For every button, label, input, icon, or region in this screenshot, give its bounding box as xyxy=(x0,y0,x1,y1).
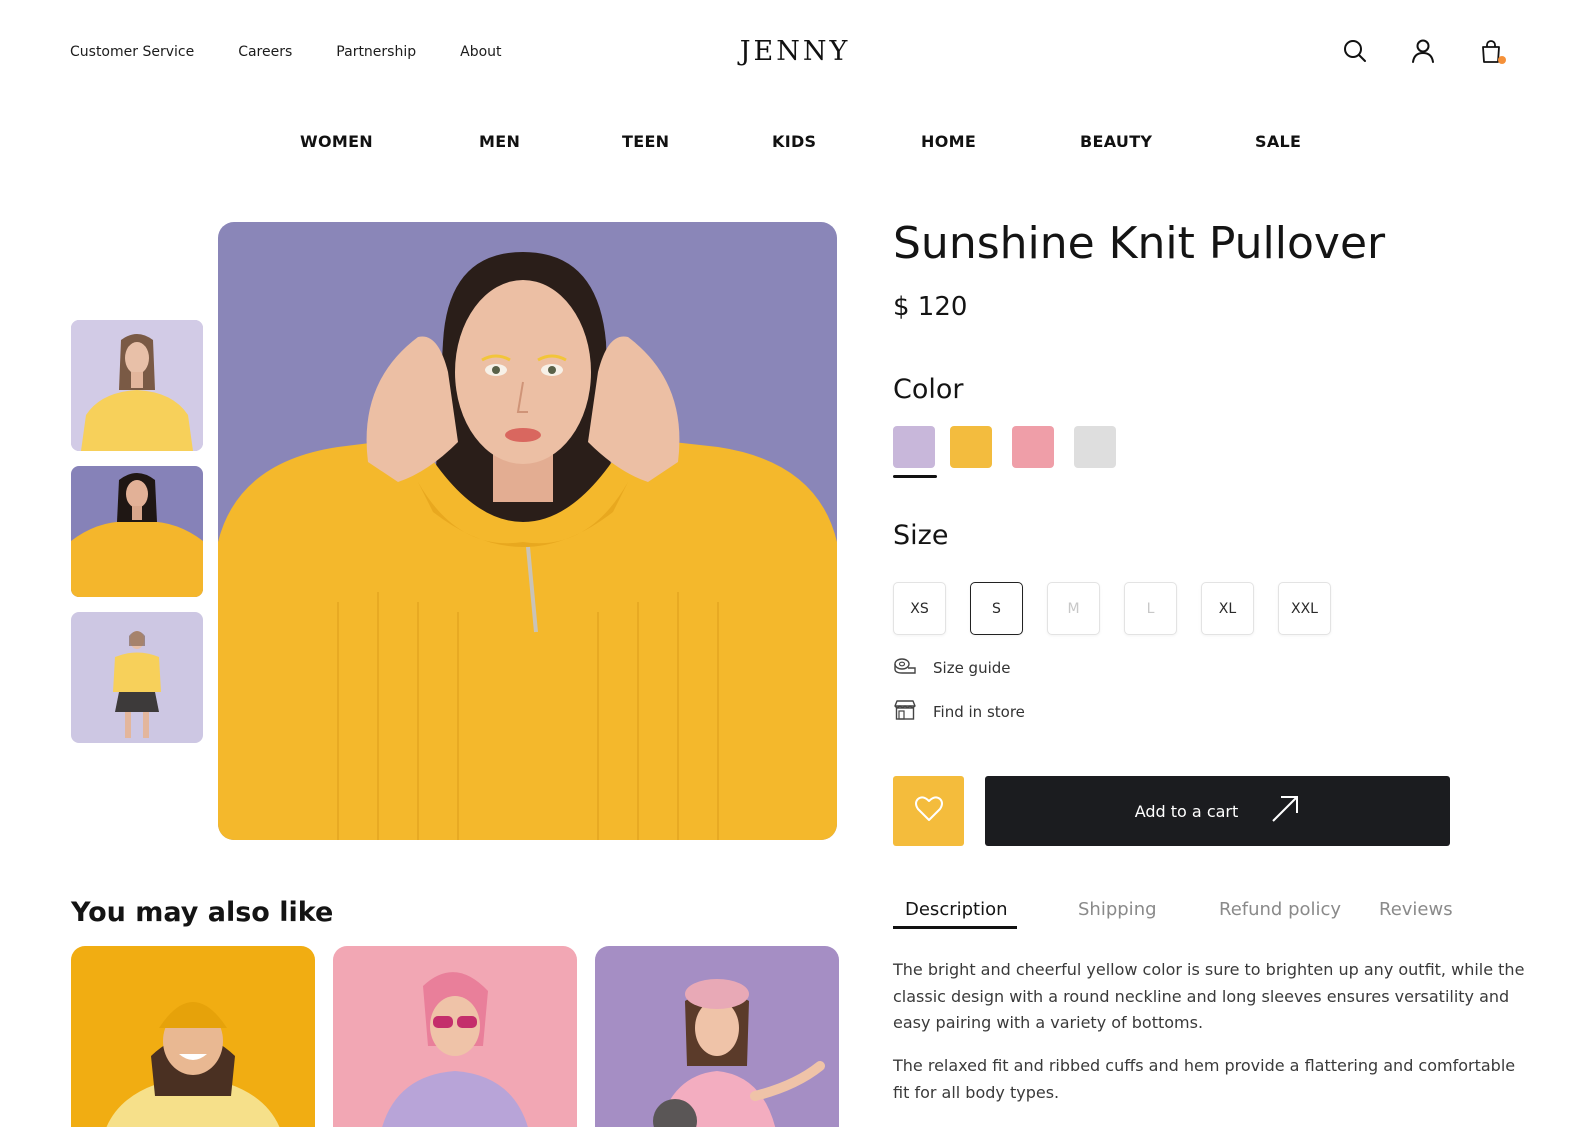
tab-refund-policy[interactable]: Refund policy xyxy=(1219,899,1341,920)
add-to-cart-label: Add to a cart xyxy=(1134,801,1239,821)
product-title: Sunshine Knit Pullover xyxy=(893,218,1386,269)
util-link-about[interactable]: About xyxy=(460,44,501,60)
thumbnail-2[interactable] xyxy=(71,466,203,597)
recommendations-title: You may also like xyxy=(71,897,334,928)
product-page: Customer Service Careers Partnership Abo… xyxy=(0,0,1590,1127)
description-paragraph-1: The bright and cheerful yellow color is … xyxy=(893,960,1525,1032)
color-swatch-light-gray[interactable] xyxy=(1074,426,1116,468)
recommended-product-1[interactable] xyxy=(71,946,315,1127)
color-swatch-pink[interactable] xyxy=(1012,426,1054,468)
size-m[interactable]: M xyxy=(1047,582,1100,635)
ruler-tape-icon xyxy=(893,656,917,680)
color-label: Color xyxy=(893,374,964,405)
nav-men[interactable]: MEN xyxy=(479,132,520,151)
header-actions xyxy=(1342,38,1506,64)
size-guide-label: Size guide xyxy=(933,659,1011,677)
util-link-customer-service[interactable]: Customer Service xyxy=(70,44,194,60)
selected-color-indicator xyxy=(893,475,937,478)
nav-women[interactable]: WOMEN xyxy=(300,132,373,151)
nav-teen[interactable]: TEEN xyxy=(622,132,669,151)
size-guide-link[interactable]: Size guide xyxy=(893,656,1011,680)
search-icon[interactable] xyxy=(1342,38,1368,64)
main-product-image xyxy=(218,222,837,840)
size-s[interactable]: S xyxy=(970,582,1023,635)
size-xxl[interactable]: XXL xyxy=(1278,582,1331,635)
size-xs[interactable]: XS xyxy=(893,582,946,635)
shopping-bag-icon[interactable] xyxy=(1478,38,1506,64)
color-swatch-lavender[interactable] xyxy=(893,426,935,468)
recommended-product-2[interactable] xyxy=(333,946,577,1127)
cart-badge xyxy=(1498,56,1506,64)
wishlist-button[interactable] xyxy=(893,776,964,846)
size-l[interactable]: L xyxy=(1124,582,1177,635)
active-tab-indicator xyxy=(893,926,1017,929)
add-to-cart-button[interactable]: Add to a cart xyxy=(985,776,1450,846)
nav-sale[interactable]: SALE xyxy=(1255,132,1301,151)
tab-description[interactable]: Description xyxy=(905,899,1008,920)
find-in-store-link[interactable]: Find in store xyxy=(893,699,1025,725)
size-xl[interactable]: XL xyxy=(1201,582,1254,635)
nav-kids[interactable]: KIDS xyxy=(772,132,816,151)
tab-reviews[interactable]: Reviews xyxy=(1379,899,1453,920)
thumbnail-3[interactable] xyxy=(71,612,203,743)
find-in-store-label: Find in store xyxy=(933,703,1025,721)
description-paragraph-2: The relaxed fit and ribbed cuffs and hem… xyxy=(893,1056,1516,1102)
size-label: Size xyxy=(893,520,949,551)
arrow-up-right-icon xyxy=(1270,794,1300,828)
recommended-product-3[interactable] xyxy=(595,946,839,1127)
color-swatch-yellow[interactable] xyxy=(950,426,992,468)
tab-shipping[interactable]: Shipping xyxy=(1078,899,1157,920)
product-price: $ 120 xyxy=(893,292,968,322)
nav-home[interactable]: HOME xyxy=(921,132,976,151)
store-icon xyxy=(893,699,917,725)
util-link-partnership[interactable]: Partnership xyxy=(336,44,416,60)
utility-nav: Customer Service Careers Partnership Abo… xyxy=(70,44,502,60)
thumbnail-1[interactable] xyxy=(71,320,203,451)
util-link-careers[interactable]: Careers xyxy=(238,44,292,60)
user-icon[interactable] xyxy=(1410,38,1436,64)
heart-icon xyxy=(914,795,944,827)
nav-beauty[interactable]: BEAUTY xyxy=(1080,132,1152,151)
